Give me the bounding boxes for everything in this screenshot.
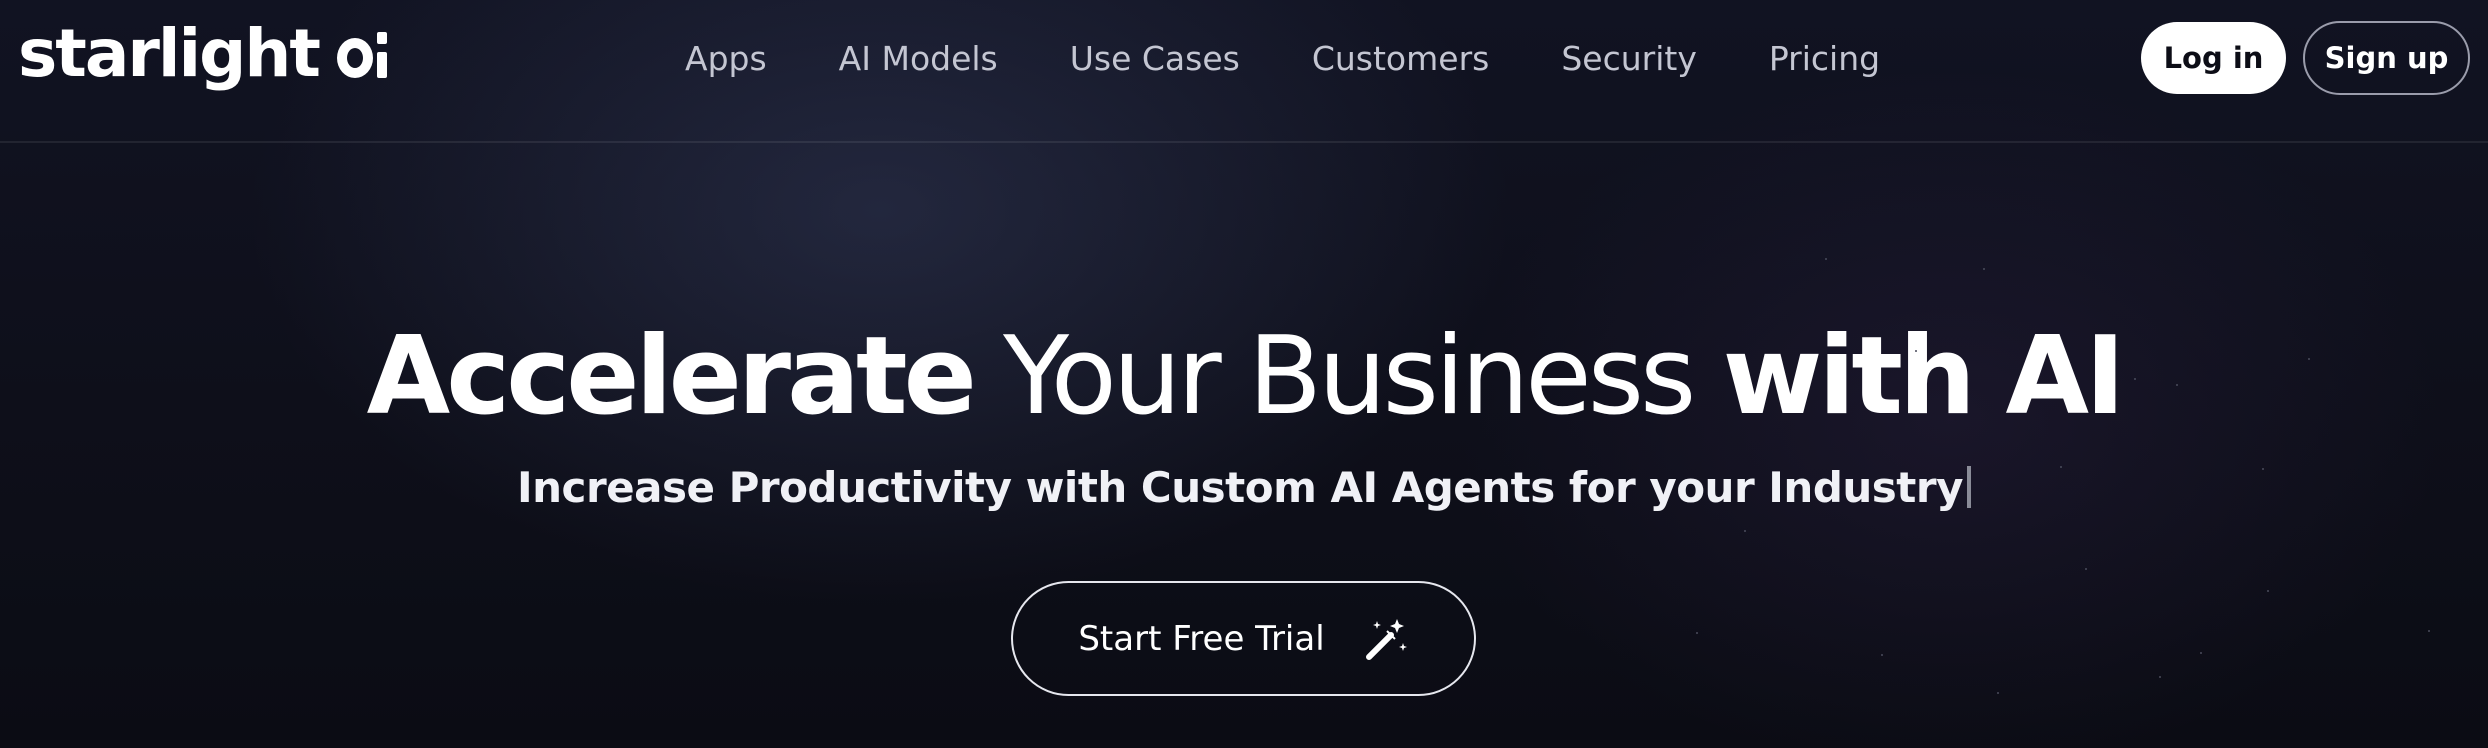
hero-subtitle: Increase Productivity with Custom AI Age… — [0, 458, 2488, 518]
star-speck — [2267, 590, 2269, 592]
star-speck — [1881, 654, 1883, 656]
magic-wand-icon — [1365, 617, 1409, 661]
nav-link-apps[interactable]: Apps — [685, 39, 767, 78]
star-speck — [1696, 632, 1698, 634]
cta-label: Start Free Trial — [1078, 618, 1325, 659]
star-speck — [2085, 568, 2087, 570]
nav-link-security[interactable]: Security — [1561, 39, 1697, 78]
star-speck — [2308, 358, 2310, 360]
hero-subtitle-text: Increase Productivity with Custom AI Age… — [517, 463, 1963, 512]
brand-logo[interactable]: starlight — [18, 14, 387, 94]
star-speck — [1983, 268, 1985, 270]
star-speck — [1744, 530, 1746, 532]
nav-link-customers[interactable]: Customers — [1312, 39, 1490, 78]
signup-button[interactable]: Sign up — [2303, 21, 2470, 95]
logo-wordmark: starlight — [18, 15, 321, 92]
star-speck — [2428, 630, 2430, 632]
star-speck — [2134, 378, 2136, 380]
login-button[interactable]: Log in — [2141, 22, 2286, 94]
star-speck — [1997, 692, 1999, 694]
nav-link-use-cases[interactable]: Use Cases — [1070, 39, 1240, 78]
hero-title-accelerate: Accelerate — [366, 314, 977, 439]
main-nav: Apps AI Models Use Cases Customers Secur… — [685, 32, 1880, 84]
top-navbar: starlight Apps AI Models Use Cases Custo… — [0, 0, 2488, 143]
logo-ai-mark — [336, 32, 387, 80]
hero-title-your-business: Your Business — [972, 314, 1723, 439]
start-free-trial-button[interactable]: Start Free Trial — [1011, 581, 1476, 696]
landing-page: starlight Apps AI Models Use Cases Custo… — [0, 0, 2488, 748]
star-speck — [2159, 676, 2161, 678]
star-speck — [1825, 258, 1827, 260]
hero-title: Accelerate Your Business with AI — [0, 312, 2488, 442]
nav-link-ai-models[interactable]: AI Models — [839, 39, 998, 78]
star-speck — [2200, 652, 2202, 654]
star-speck — [2262, 468, 2264, 470]
typing-caret — [1966, 466, 1971, 508]
star-speck — [2060, 466, 2062, 468]
nav-link-pricing[interactable]: Pricing — [1769, 39, 1880, 78]
star-speck — [2176, 384, 2178, 386]
star-speck — [1915, 350, 1917, 352]
hero-title-with-ai: with AI — [1722, 314, 2126, 439]
